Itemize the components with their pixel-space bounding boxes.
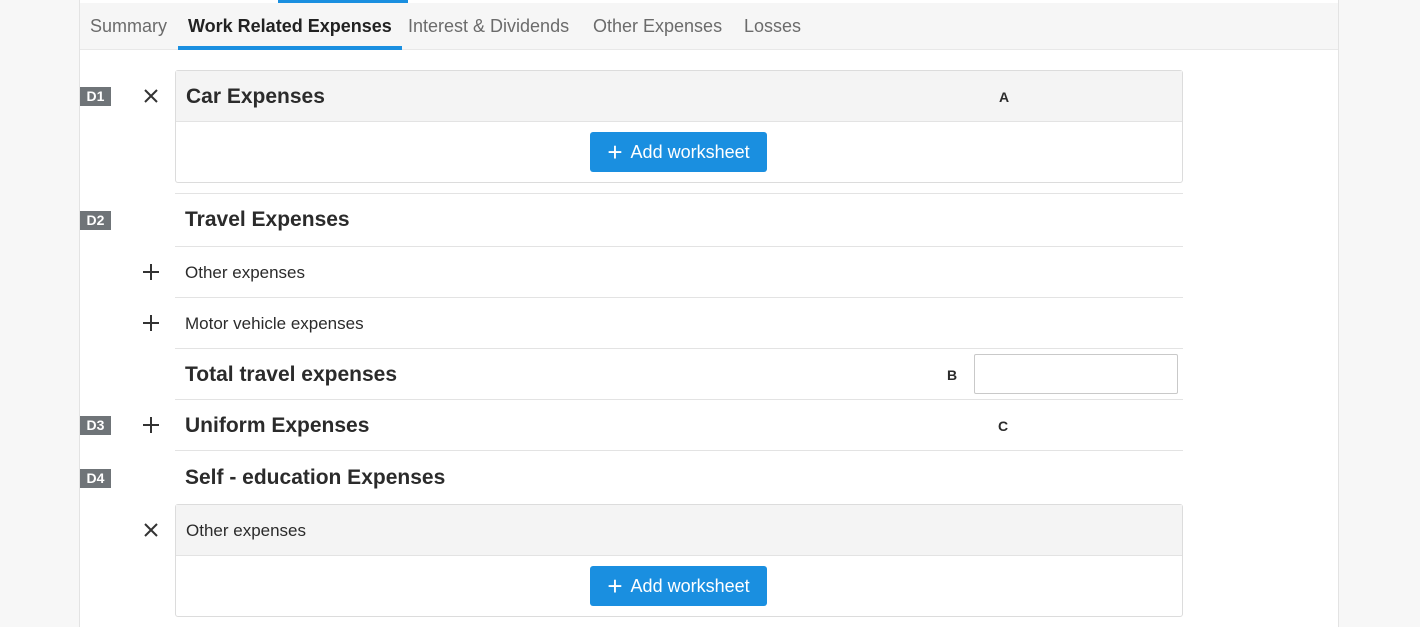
expand-plus-icon[interactable] (140, 261, 162, 283)
close-icon[interactable] (140, 519, 162, 541)
button-label: Add worksheet (630, 575, 750, 596)
card-header: Car Expenses A (176, 71, 1182, 122)
section-title: Travel Expenses (185, 208, 350, 231)
column-label-b: B (947, 367, 958, 383)
column-label-a: A (999, 89, 1010, 105)
car-expenses-card: Car Expenses A + Add worksheet (175, 70, 1183, 183)
uniform-expenses-row: Uniform Expenses C (175, 400, 1183, 451)
section-badge-d3: D3 (80, 416, 111, 435)
add-worksheet-button[interactable]: + Add worksheet (590, 132, 767, 172)
tab-other-expenses[interactable]: Other Expenses (583, 3, 732, 50)
self-education-other-expenses-card: Other expenses + Add worksheet (175, 504, 1183, 617)
tab-losses[interactable]: Losses (734, 3, 811, 50)
button-label: Add worksheet (630, 141, 750, 162)
tab-interest-dividends[interactable]: Interest & Dividends (398, 3, 579, 50)
section-title: Uniform Expenses (185, 414, 370, 437)
plus-icon: + (607, 137, 623, 167)
self-education-expenses-row: Self - education Expenses (175, 451, 1183, 502)
plus-icon: + (607, 571, 623, 601)
card-header: Other expenses (176, 505, 1182, 556)
travel-expenses-row: Travel Expenses (175, 193, 1183, 247)
card-subtitle: Other expenses (186, 521, 307, 540)
section-badge-d1: D1 (80, 87, 111, 106)
expand-plus-icon[interactable] (140, 312, 162, 334)
column-label-c: C (998, 418, 1009, 434)
section-badge-d2: D2 (80, 211, 111, 230)
section-badge-d4: D4 (80, 469, 111, 488)
close-icon[interactable] (140, 85, 162, 107)
line-item-label: Other expenses (185, 263, 306, 282)
total-travel-expenses-input[interactable] (974, 354, 1178, 394)
section-title: Car Expenses (186, 85, 325, 108)
total-label: Total travel expenses (185, 363, 398, 386)
expand-plus-icon[interactable] (140, 414, 162, 436)
other-expenses-row[interactable]: Other expenses (175, 247, 1183, 298)
tab-bar: Summary Work Related Expenses Interest &… (80, 3, 1338, 50)
tab-summary[interactable]: Summary (80, 3, 177, 50)
motor-vehicle-expenses-row[interactable]: Motor vehicle expenses (175, 298, 1183, 349)
section-title: Self - education Expenses (185, 466, 446, 489)
card-body: + Add worksheet (176, 556, 1182, 616)
line-item-label: Motor vehicle expenses (185, 314, 364, 333)
add-worksheet-button[interactable]: + Add worksheet (590, 566, 767, 606)
tab-work-related-expenses[interactable]: Work Related Expenses (178, 3, 402, 50)
card-body: + Add worksheet (176, 122, 1182, 182)
